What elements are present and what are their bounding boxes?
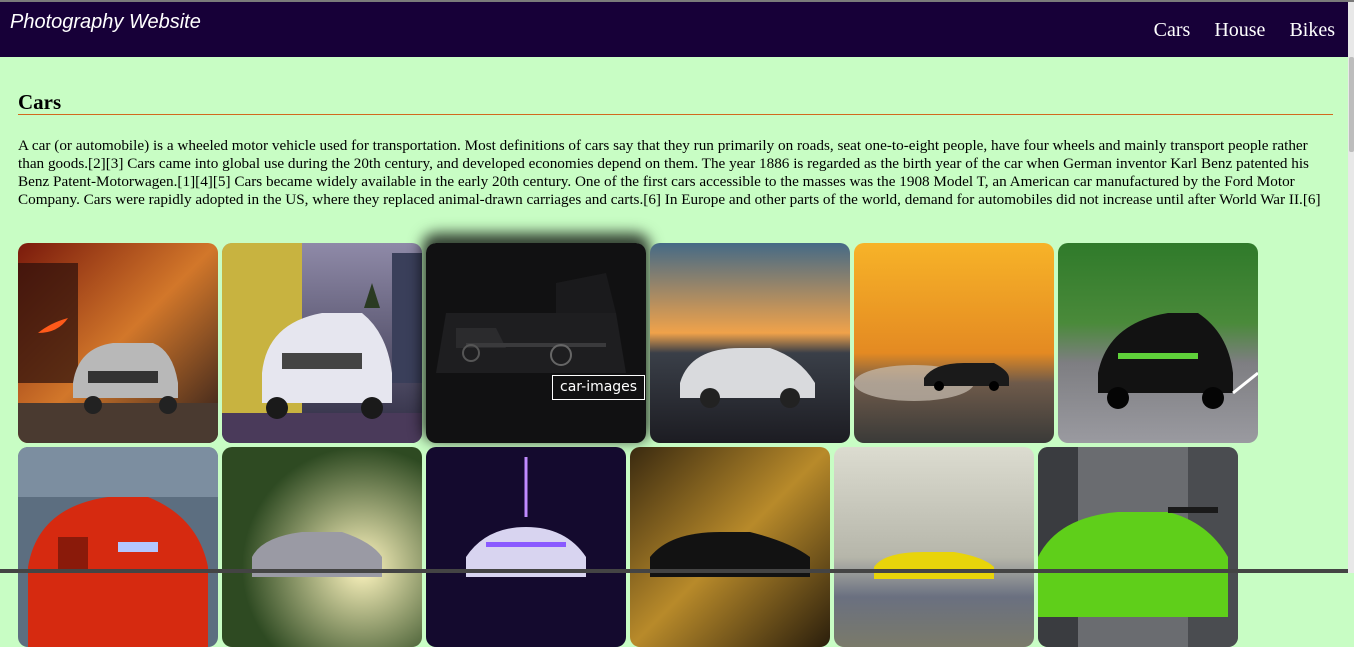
car-image-1[interactable]: [18, 243, 218, 443]
car-image-3[interactable]: [426, 243, 646, 443]
nav-link-bikes[interactable]: Bikes: [1289, 19, 1335, 42]
car-image-2[interactable]: [222, 243, 422, 443]
nav-link-cars[interactable]: Cars: [1154, 19, 1191, 42]
image-tooltip: car-images: [552, 375, 646, 400]
nav-link-house[interactable]: House: [1214, 19, 1265, 42]
section-paragraph: A car (or automobile) is a wheeled motor…: [18, 137, 1321, 208]
car-image-11[interactable]: [834, 447, 1034, 647]
car-image-5[interactable]: [854, 243, 1054, 443]
scrollbar-thumb[interactable]: [1349, 57, 1354, 152]
gallery-row-1: [18, 243, 1258, 443]
gallery-row-2: [18, 447, 1238, 647]
nav-links: Cars House Bikes: [1154, 19, 1335, 42]
car-image-7[interactable]: [18, 447, 218, 647]
car-image-6[interactable]: [1058, 243, 1258, 443]
car-image-10[interactable]: [630, 447, 830, 647]
car-image-4[interactable]: [650, 243, 850, 443]
car-image-9[interactable]: [426, 447, 626, 647]
window-bottom-edge: [0, 569, 1348, 573]
site-brand[interactable]: Photography Website: [10, 11, 201, 34]
navbar: Photography Website Cars House Bikes: [0, 2, 1348, 57]
section-divider: [18, 114, 1333, 115]
section-title: Cars: [18, 90, 62, 114]
car-image-12[interactable]: [1038, 447, 1238, 647]
car-image-8[interactable]: [222, 447, 422, 647]
